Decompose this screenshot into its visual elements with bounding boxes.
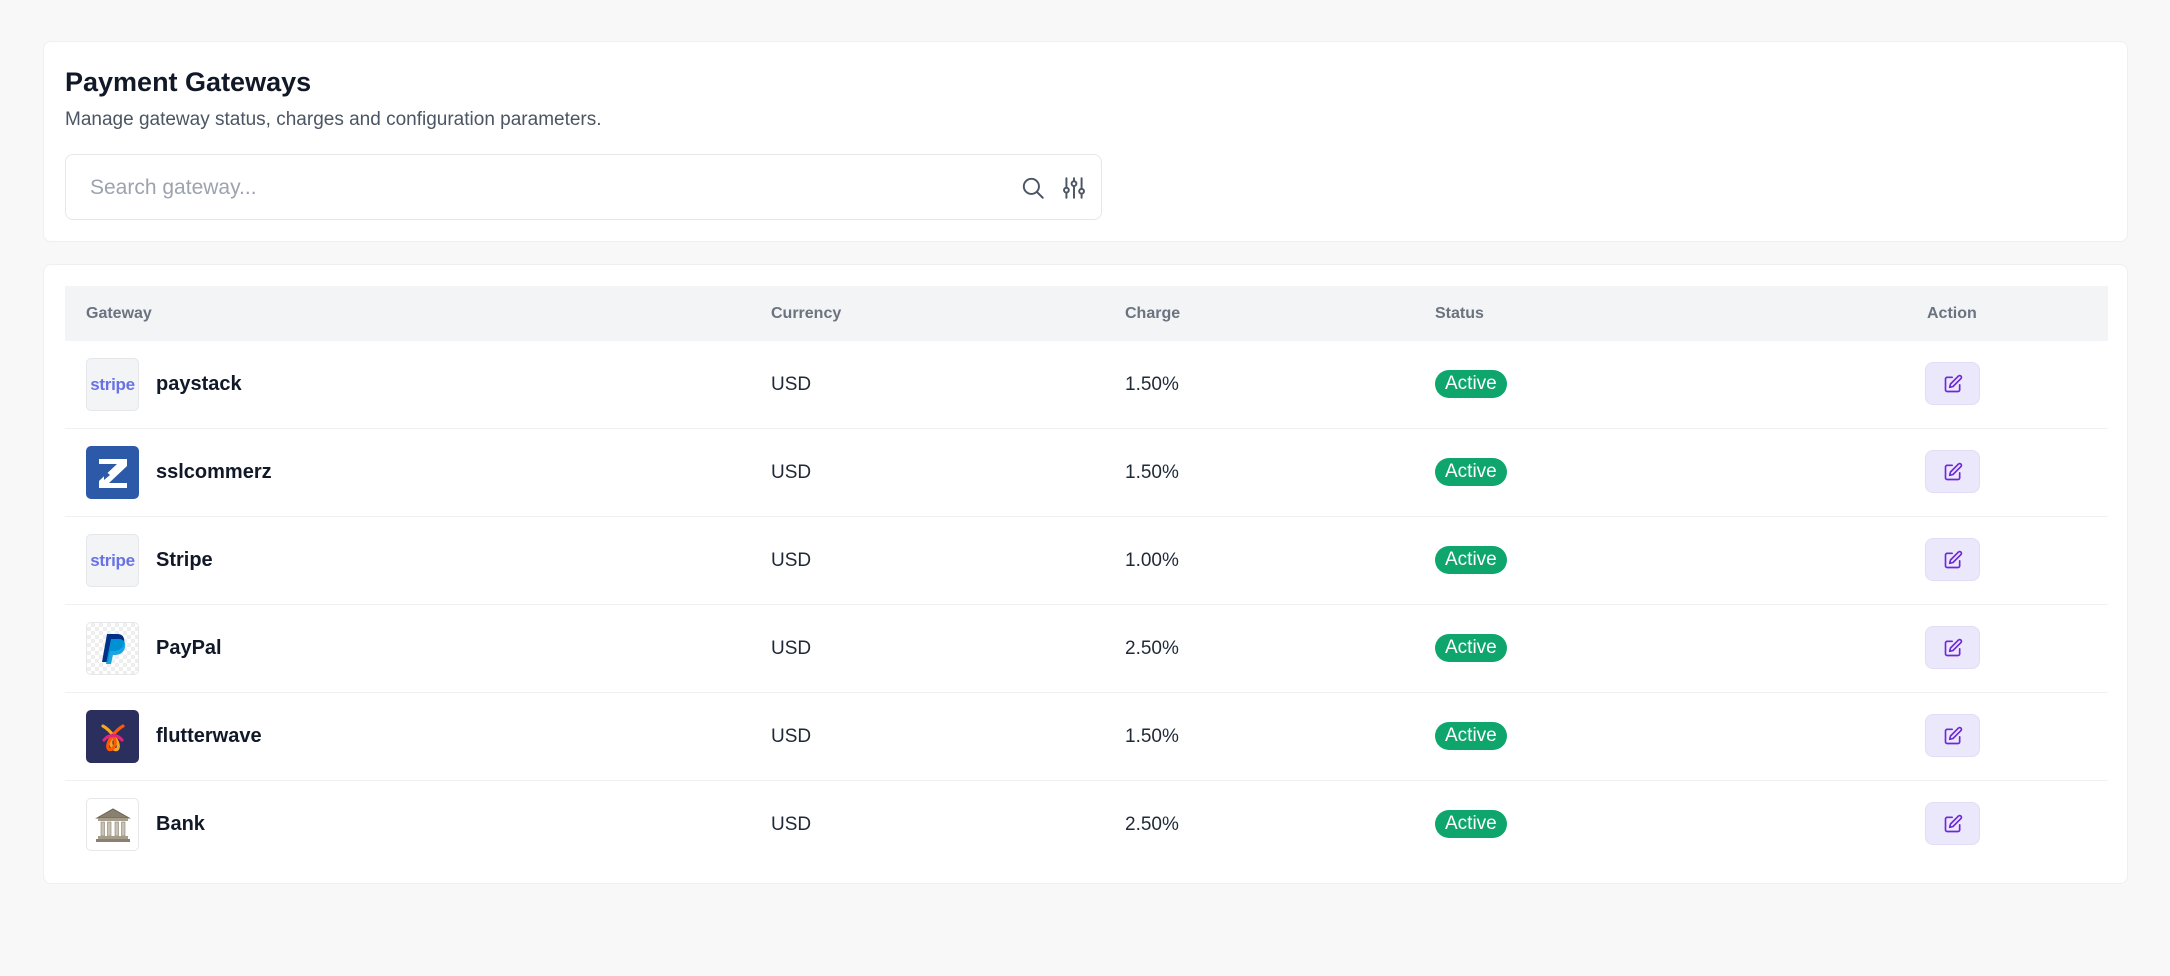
- gateway-charge: 1.50%: [1125, 462, 1179, 483]
- edit-button[interactable]: [1925, 714, 1980, 757]
- gateway-charge: 1.00%: [1125, 550, 1179, 571]
- column-header-action: Action: [1927, 305, 1977, 322]
- gateway-name: PayPal: [156, 637, 222, 659]
- sslcommerz-logo: [86, 446, 139, 499]
- gateway-charge: 2.50%: [1125, 814, 1179, 835]
- bank-logo: [86, 798, 139, 851]
- gateway-currency: USD: [771, 638, 812, 659]
- gateway-name: Stripe: [156, 549, 213, 571]
- edit-button[interactable]: [1925, 626, 1980, 669]
- status-badge: Active: [1435, 810, 1507, 838]
- gateways-table: Gateway Currency Charge Status Action st…: [65, 286, 2108, 868]
- gateway-name: Bank: [156, 813, 205, 835]
- table-row: stripe paystack USD 1.50% Active: [65, 341, 2108, 429]
- edit-icon: [1944, 726, 1962, 744]
- table-row: stripe Stripe USD 1.00% Active: [65, 517, 2108, 605]
- stripe-logo: stripe: [86, 534, 139, 587]
- gateway-name: paystack: [156, 373, 242, 395]
- status-badge: Active: [1435, 458, 1507, 486]
- gateway-name: flutterwave: [156, 725, 262, 747]
- table-header: Gateway Currency Charge Status Action: [65, 286, 2108, 341]
- column-header-status: Status: [1435, 305, 1484, 322]
- status-badge: Active: [1435, 722, 1507, 750]
- gateway-currency: USD: [771, 726, 812, 747]
- gateway-charge: 1.50%: [1125, 726, 1179, 747]
- column-header-gateway: Gateway: [86, 305, 152, 322]
- page-subtitle: Manage gateway status, charges and confi…: [65, 109, 602, 130]
- status-badge: Active: [1435, 370, 1507, 398]
- edit-button[interactable]: [1925, 802, 1980, 845]
- table-row: Bank USD 2.50% Active: [65, 781, 2108, 868]
- gateways-card: Gateway Currency Charge Status Action st…: [43, 264, 2128, 884]
- table-row: flutterwave USD 1.50% Active: [65, 693, 2108, 781]
- edit-icon: [1944, 814, 1962, 832]
- column-header-charge: Charge: [1125, 305, 1181, 322]
- table-row: sslcommerz USD 1.50% Active: [65, 429, 2108, 517]
- header-card: Payment Gateways Manage gateway status, …: [43, 41, 2128, 242]
- edit-button[interactable]: [1925, 362, 1980, 405]
- page-title: Payment Gateways: [65, 67, 312, 97]
- gateway-name: sslcommerz: [156, 461, 272, 483]
- sliders-icon[interactable]: [1060, 174, 1088, 202]
- stripe-logo: stripe: [86, 358, 139, 411]
- status-badge: Active: [1435, 546, 1507, 574]
- flutterwave-logo: [86, 710, 139, 763]
- paypal-logo: [86, 622, 139, 675]
- status-badge: Active: [1435, 634, 1507, 662]
- edit-button[interactable]: [1925, 450, 1980, 493]
- edit-icon: [1944, 638, 1962, 656]
- gateway-currency: USD: [771, 462, 812, 483]
- gateway-currency: USD: [771, 814, 812, 835]
- gateway-charge: 1.50%: [1125, 374, 1179, 395]
- edit-icon: [1944, 550, 1962, 568]
- search-input[interactable]: [88, 169, 992, 207]
- gateway-currency: USD: [771, 374, 812, 395]
- table-row: PayPal USD 2.50% Active: [65, 605, 2108, 693]
- search-icon[interactable]: [1019, 174, 1047, 202]
- edit-icon: [1944, 374, 1962, 392]
- edit-icon: [1944, 462, 1962, 480]
- gateway-currency: USD: [771, 550, 812, 571]
- gateway-charge: 2.50%: [1125, 638, 1179, 659]
- column-header-currency: Currency: [771, 305, 842, 322]
- edit-button[interactable]: [1925, 538, 1980, 581]
- search-bar: [65, 154, 1102, 220]
